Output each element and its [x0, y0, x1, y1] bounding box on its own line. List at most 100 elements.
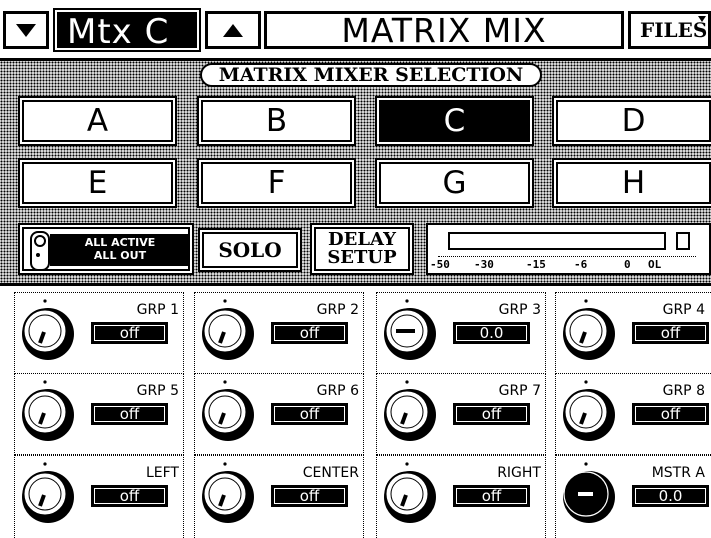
knob-channel: GRP 3 0.0	[376, 292, 546, 374]
knob-channel-name: GRP 1	[136, 302, 179, 318]
mixer-button-label: D	[621, 102, 646, 139]
knob-channel: MSTR A 0.0	[555, 455, 711, 538]
knob-value-text: off	[660, 323, 681, 342]
meter-scale-label: 0	[624, 258, 631, 271]
all-active-all-out-toggle[interactable]: ALL ACTIVE ALL OUT	[18, 223, 194, 275]
knob-channel: GRP 4 off	[555, 292, 711, 374]
setup-label: SETUP	[327, 247, 397, 268]
knob-value-display[interactable]: off	[453, 403, 530, 425]
knob-value-display[interactable]: off	[632, 322, 709, 344]
knob-value-text: off	[299, 486, 320, 505]
knob-channel-name: GRP 6	[316, 383, 359, 399]
knob-value-display[interactable]: 0.0	[632, 485, 709, 507]
rotary-knob-icon[interactable]	[562, 462, 626, 526]
rotary-knob-icon[interactable]	[21, 380, 85, 444]
knob-value-text: off	[299, 404, 320, 423]
rotary-knob-icon[interactable]	[21, 462, 85, 526]
files-button[interactable]: FILES	[628, 11, 711, 49]
page-title: MATRIX MIX	[341, 10, 547, 50]
rotary-knob-icon[interactable]	[21, 299, 85, 363]
knob-value-text: off	[119, 486, 140, 505]
rotary-knob-icon[interactable]	[201, 380, 265, 444]
matrix-current-display: Mtx C	[53, 8, 201, 52]
chevron-up-icon	[223, 23, 243, 37]
mixer-b-button[interactable]: B	[197, 96, 356, 146]
knob-value-text: 0.0	[479, 323, 504, 342]
meter-scale-line	[438, 256, 696, 257]
chevron-down-icon	[16, 23, 36, 37]
knob-channel-name: LEFT	[145, 465, 179, 481]
knob-channel-name: GRP 3	[498, 302, 541, 318]
knob-channel: LEFT off	[14, 455, 184, 538]
knob-value-display[interactable]: off	[271, 403, 348, 425]
rotary-knob-icon[interactable]	[201, 299, 265, 363]
files-menu-icon	[698, 16, 706, 22]
knob-channel-name: GRP 5	[136, 383, 179, 399]
solo-label: SOLO	[218, 238, 282, 262]
knob-value-text: off	[299, 323, 320, 342]
knob-channel-name: GRP 8	[662, 383, 705, 399]
knob-value-display[interactable]: off	[91, 485, 168, 507]
knob-value-text: off	[660, 404, 681, 423]
mixer-c-button[interactable]: C	[375, 96, 534, 146]
mixer-button-label: B	[265, 102, 288, 139]
mixer-button-label: A	[86, 102, 109, 139]
knob-value-display[interactable]: off	[632, 403, 709, 425]
matrix-current-label: Mtx C	[67, 12, 170, 52]
knob-value-display[interactable]: off	[453, 485, 530, 507]
knob-channel: GRP 1 off	[14, 292, 184, 374]
knob-channel: RIGHT off	[376, 455, 546, 538]
knob-value-display[interactable]: off	[271, 322, 348, 344]
rotary-knob-icon[interactable]	[562, 299, 626, 363]
toggle-switch-icon	[30, 231, 50, 271]
knob-value-text: off	[119, 323, 140, 342]
knob-value-text: off	[481, 486, 502, 505]
matrix-mix-screen: Mtx C MATRIX MIX FILES MATRIX MIXER SELE…	[0, 0, 711, 538]
level-meter: -50 -30 -15 -6 0 OL	[426, 223, 711, 275]
meter-bar	[448, 232, 666, 250]
knob-channel-name: CENTER	[302, 465, 359, 481]
knob-value-display[interactable]: off	[91, 322, 168, 344]
rotary-knob-icon[interactable]	[383, 380, 447, 444]
meter-scale-label: OL	[648, 258, 662, 271]
delay-setup-button[interactable]: DELAY SETUP	[310, 223, 414, 275]
rotary-knob-icon[interactable]	[383, 299, 447, 363]
knob-channel-name: GRP 4	[662, 302, 705, 318]
knob-channel-name: GRP 7	[498, 383, 541, 399]
mixer-f-button[interactable]: F	[197, 158, 356, 208]
mixer-h-button[interactable]: H	[552, 158, 711, 208]
solo-button[interactable]: SOLO	[198, 228, 302, 272]
matrix-next-button[interactable]	[205, 11, 261, 49]
knob-value-text: 0.0	[658, 486, 683, 505]
matrix-selection-title: MATRIX MIXER SELECTION	[200, 63, 542, 87]
meter-scale-label: -15	[526, 258, 546, 271]
knob-channel-name: RIGHT	[497, 465, 541, 481]
matrix-prev-button[interactable]	[3, 11, 49, 49]
knob-value-display[interactable]: off	[91, 403, 168, 425]
knob-channel-name: GRP 2	[316, 302, 359, 318]
rotary-knob-icon[interactable]	[562, 380, 626, 444]
mixer-e-button[interactable]: E	[18, 158, 177, 208]
mixer-button-label: H	[621, 164, 646, 201]
mixer-a-button[interactable]: A	[18, 96, 177, 146]
meter-clip-indicator	[676, 232, 690, 250]
knob-value-text: off	[481, 404, 502, 423]
mixer-button-label: E	[87, 164, 108, 201]
knob-channel: CENTER off	[194, 455, 364, 538]
rotary-knob-icon[interactable]	[201, 462, 265, 526]
knob-channel-name: MSTR A	[651, 465, 705, 481]
page-title-box: MATRIX MIX	[264, 11, 624, 49]
mixer-d-button[interactable]: D	[552, 96, 711, 146]
rotary-knob-icon[interactable]	[383, 462, 447, 526]
knob-channel: GRP 8 off	[555, 373, 711, 455]
mixer-button-label: G	[442, 164, 467, 201]
meter-scale-label: -50	[430, 258, 450, 271]
knob-value-display[interactable]: 0.0	[453, 322, 530, 344]
mixer-g-button[interactable]: G	[375, 158, 534, 208]
knob-value-display[interactable]: off	[271, 485, 348, 507]
knob-channel: GRP 6 off	[194, 373, 364, 455]
all-active-line2: ALL OUT	[93, 249, 147, 262]
knob-channel: GRP 2 off	[194, 292, 364, 374]
all-active-label: ALL ACTIVE ALL OUT	[50, 234, 190, 266]
knob-value-text: off	[119, 404, 140, 423]
